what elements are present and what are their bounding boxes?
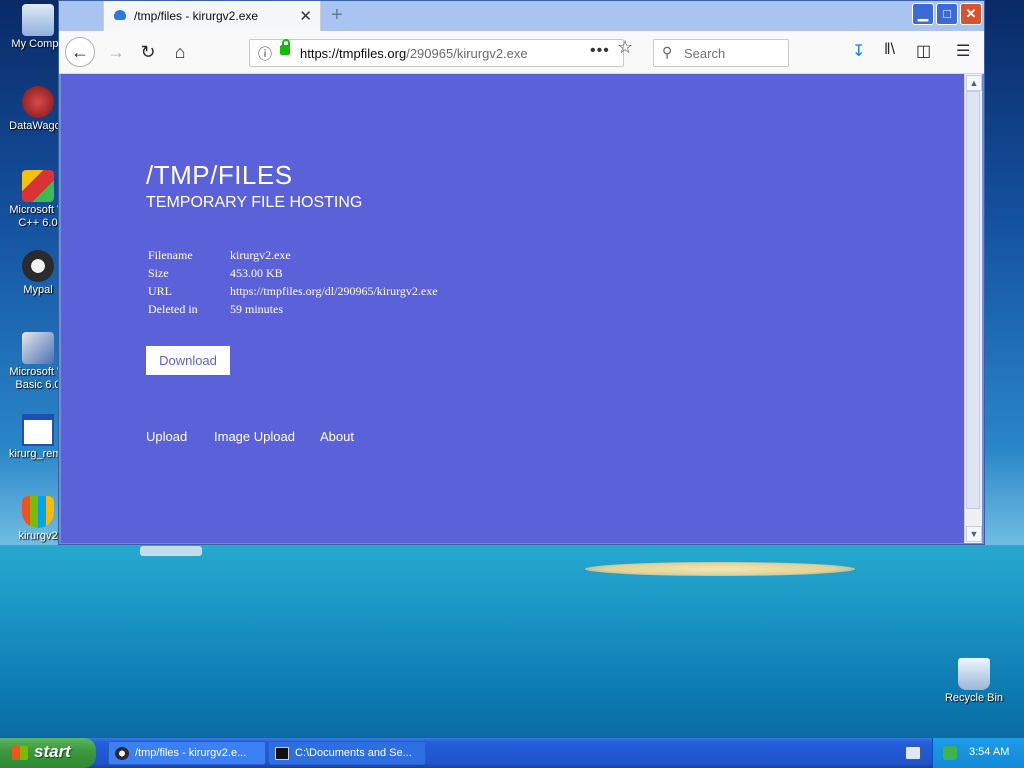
tab-strip: /tmp/files - kirurgv2.exe ✕ + ▁ □ ✕	[59, 1, 984, 31]
download-button[interactable]: Download	[146, 346, 230, 375]
tab-title: /tmp/files - kirurgv2.exe	[134, 9, 259, 23]
bookmark-star-icon[interactable]: ☆	[617, 37, 633, 58]
visual-basic-icon	[22, 332, 54, 364]
wallpaper-sea	[0, 545, 1024, 740]
keyboard-icon[interactable]	[905, 746, 921, 760]
url-text: https://tmpfiles.org/290965/kirurgv2.exe	[300, 46, 528, 61]
network-icon[interactable]	[943, 746, 957, 760]
maximize-button[interactable]: □	[936, 3, 958, 25]
back-button[interactable]: ←	[65, 37, 95, 67]
footer-link-about[interactable]: About	[320, 429, 354, 444]
sidebar-icon[interactable]: ◫	[916, 41, 931, 61]
download-icon[interactable]: ↧	[852, 41, 865, 61]
file-info-value: 59 minutes	[230, 302, 283, 316]
url-bar[interactable]: ⓘ https://tmpfiles.org/290965/kirurgv2.e…	[249, 39, 624, 67]
minimize-button[interactable]: ▁	[912, 3, 934, 25]
file-info-value: kirurgv2.exe	[230, 248, 291, 262]
file-info-row: Deleted in 59 minutes	[148, 302, 438, 320]
nav-toolbar: ← → ↻ ⌂ ⓘ https://tmpfiles.org/290965/ki…	[59, 31, 984, 74]
desktop-icon-label: Recycle Bin	[944, 692, 1004, 704]
file-info-value[interactable]: https://tmpfiles.org/dl/290965/kirurgv2.…	[230, 284, 438, 302]
url-path: /290965/kirurgv2.exe	[406, 46, 528, 61]
wallpaper-boat	[140, 546, 202, 556]
scroll-thumb[interactable]	[966, 91, 980, 509]
file-info-key: Filename	[148, 248, 193, 262]
forward-button[interactable]: →	[101, 37, 131, 67]
file-info-row: Size 453.00 KB	[148, 266, 438, 284]
mypal-icon	[115, 747, 129, 760]
search-icon: ⚲	[662, 44, 673, 60]
close-window-button[interactable]: ✕	[960, 3, 982, 25]
lock-icon	[280, 39, 290, 55]
file-info-key: Size	[148, 266, 169, 280]
computer-icon	[22, 4, 54, 36]
cloud-icon	[114, 10, 126, 20]
file-info-key: Deleted in	[148, 302, 198, 316]
home-button[interactable]: ⌂	[165, 37, 195, 67]
windows-flag-icon	[12, 746, 28, 760]
window-app-icon	[22, 414, 54, 446]
file-info-key: URL	[148, 284, 172, 298]
tab-tmpfiles[interactable]: /tmp/files - kirurgv2.exe ✕	[103, 1, 321, 31]
page-actions-button[interactable]: •••	[590, 42, 610, 60]
new-tab-button[interactable]: +	[331, 4, 343, 27]
taskbar-item-browser[interactable]: /tmp/files - kirurgv2.e...	[108, 741, 266, 765]
datawagon-icon	[22, 86, 54, 118]
info-icon[interactable]: ⓘ	[258, 44, 272, 64]
menu-icon[interactable]: ☰	[956, 41, 970, 61]
file-info-table: Filename kirurgv2.exe Size 453.00 KB URL…	[148, 248, 438, 320]
start-button[interactable]: start	[0, 738, 96, 768]
mypal-icon	[22, 250, 54, 282]
footer-link-image-upload[interactable]: Image Upload	[214, 429, 295, 444]
page-content: /TMP/FILES TEMPORARY FILE HOSTING Filena…	[61, 74, 964, 543]
browser-window: /tmp/files - kirurgv2.exe ✕ + ▁ □ ✕ ← → …	[58, 0, 985, 545]
start-label: start	[34, 742, 71, 761]
vertical-scrollbar[interactable]: ▲ ▼	[964, 74, 982, 543]
taskbar: start /tmp/files - kirurgv2.e... C:\Docu…	[0, 738, 1024, 768]
system-tray: 3:54 AM	[932, 738, 1024, 768]
taskbar-item-label: C:\Documents and Se...	[295, 747, 412, 759]
search-box[interactable]: ⚲ Search	[653, 39, 789, 67]
shield-icon	[22, 496, 54, 528]
recycle-bin-icon	[958, 658, 990, 690]
visual-cpp-icon	[22, 170, 54, 202]
site-subtitle: TEMPORARY FILE HOSTING	[146, 194, 363, 211]
site-title[interactable]: /TMP/FILES	[146, 160, 293, 191]
clock[interactable]: 3:54 AM	[969, 746, 1009, 758]
file-info-value: 453.00 KB	[230, 266, 283, 280]
desktop-icon-recycle-bin[interactable]: Recycle Bin	[938, 658, 1010, 705]
scroll-up-icon[interactable]: ▲	[966, 75, 982, 91]
taskbar-item-console[interactable]: C:\Documents and Se...	[268, 741, 426, 765]
taskbar-item-label: /tmp/files - kirurgv2.e...	[135, 747, 247, 759]
search-placeholder: Search	[684, 46, 726, 61]
scroll-down-icon[interactable]: ▼	[966, 526, 982, 542]
footer-link-upload[interactable]: Upload	[146, 429, 187, 444]
close-tab-icon[interactable]: ✕	[299, 7, 312, 25]
console-icon	[275, 747, 289, 760]
library-icon[interactable]: ‖\	[884, 41, 895, 59]
reload-button[interactable]: ↻	[133, 37, 163, 67]
wallpaper-island	[585, 562, 855, 576]
url-host: https://tmpfiles.org	[300, 46, 407, 61]
file-info-row: Filename kirurgv2.exe	[148, 248, 438, 266]
file-info-row: URL https://tmpfiles.org/dl/290965/kirur…	[148, 284, 438, 302]
